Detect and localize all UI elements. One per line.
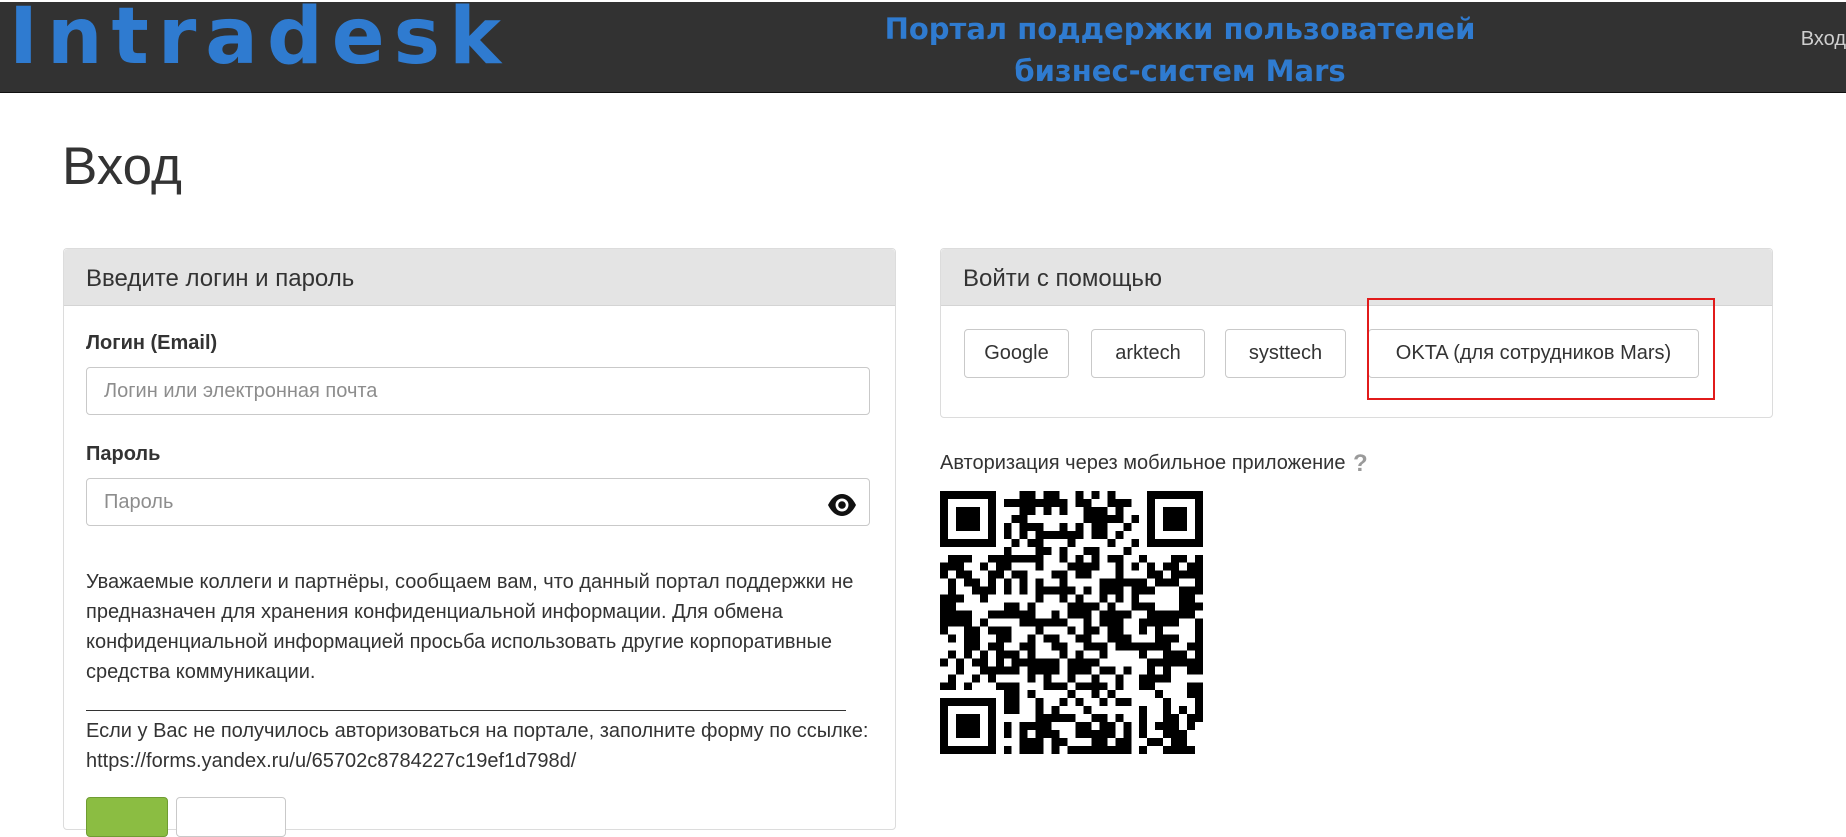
password-input[interactable] [86, 478, 870, 526]
mobile-auth-label: Авторизация через мобильное приложение [940, 452, 1346, 474]
password-label: Пароль [86, 443, 161, 465]
portal-title: Портал поддержки пользователей бизнес-си… [860, 8, 1500, 92]
secondary-button[interactable] [176, 797, 286, 837]
eye-icon[interactable] [827, 494, 857, 521]
intradesk-logo[interactable]: Intradesk [9, 0, 510, 76]
portal-title-line2: бизнес-систем Mars [1014, 54, 1346, 88]
login-input[interactable] [86, 367, 870, 415]
portal-title-line1: Портал поддержки пользователей [884, 12, 1476, 46]
mobile-auth-section: Авторизация через мобильное приложение ? [940, 450, 1368, 478]
login-panel: Введите логин и пароль Логин (Email) Пар… [63, 248, 896, 837]
systtech-sso-button[interactable]: systtech [1225, 329, 1346, 378]
confidentiality-notice: Уважаемые коллеги и партнёры, сообщаем в… [86, 571, 854, 683]
page-title: Вход [62, 137, 182, 196]
qr-code [940, 491, 1203, 754]
highlight-annotation [1367, 298, 1715, 400]
arktech-sso-button[interactable]: arktech [1091, 329, 1205, 378]
login-label: Логин (Email) [86, 332, 218, 354]
login-panel-title: Введите логин и пароль [64, 249, 895, 306]
google-sso-button[interactable]: Google [964, 329, 1069, 378]
help-icon[interactable]: ? [1353, 450, 1368, 478]
divider [86, 710, 846, 711]
fallback-form-text[interactable]: Если у Вас не получилось авторизоваться … [86, 716, 876, 776]
nav-login-link[interactable]: Вход [1801, 28, 1846, 51]
submit-button[interactable] [86, 797, 168, 837]
top-bar: Intradesk Портал поддержки пользователей… [0, 0, 1846, 93]
